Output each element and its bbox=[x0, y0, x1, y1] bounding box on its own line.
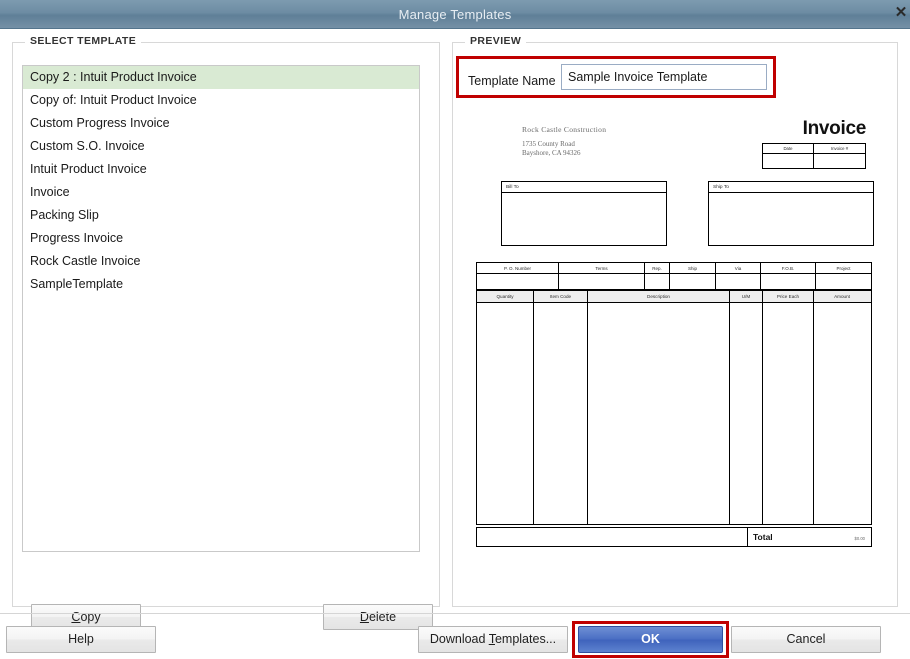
delete-button[interactable]: Delete bbox=[323, 604, 433, 630]
download-pre: Download bbox=[429, 632, 489, 646]
terms-header-terms: Terms bbox=[559, 263, 645, 273]
terms-cell-po-number bbox=[477, 274, 559, 289]
terms-header-row: P. O. Number Terms Rep. Ship Via F.O.B. … bbox=[477, 263, 871, 274]
cancel-button[interactable]: Cancel bbox=[731, 626, 881, 653]
total-row: Total $0.00 bbox=[476, 527, 872, 547]
line-items-body bbox=[477, 303, 871, 524]
item-col-item-code bbox=[534, 303, 588, 524]
template-listbox[interactable]: Copy 2 : Intuit Product Invoice Copy of:… bbox=[22, 65, 420, 552]
item-col-amount bbox=[814, 303, 870, 524]
list-item[interactable]: Copy of: Intuit Product Invoice bbox=[23, 89, 419, 112]
item-col-price-each bbox=[763, 303, 814, 524]
company-address-line1: 1735 County Road bbox=[522, 140, 575, 148]
window-titlebar: Manage Templates ✕ bbox=[0, 0, 910, 29]
ship-to-header: Ship To bbox=[709, 182, 873, 193]
ship-to-box: Ship To bbox=[708, 181, 874, 246]
terms-header-ship: Ship bbox=[670, 263, 716, 273]
bill-to-box: Bill To bbox=[501, 181, 667, 246]
invoice-number-header: Invoice # bbox=[830, 146, 849, 151]
ok-button[interactable]: OK bbox=[578, 626, 723, 653]
terms-header-via: Via bbox=[716, 263, 761, 273]
terms-header-project: Project bbox=[836, 266, 851, 271]
terms-cell-terms bbox=[559, 274, 645, 289]
footer-divider bbox=[0, 613, 910, 614]
item-col-um bbox=[730, 303, 763, 524]
bill-to-header: Bill To bbox=[502, 182, 666, 193]
list-item[interactable]: Custom S.O. Invoice bbox=[23, 135, 419, 158]
download-post: emplates... bbox=[494, 632, 557, 646]
item-header-um: U/M bbox=[730, 291, 763, 302]
template-name-input[interactable] bbox=[561, 64, 767, 90]
date-invoice-table: Date Invoice # bbox=[762, 143, 866, 169]
terms-cell-fob bbox=[761, 274, 816, 289]
item-header-description: Description bbox=[588, 291, 730, 302]
close-icon[interactable]: ✕ bbox=[892, 4, 910, 22]
manage-templates-dialog: Manage Templates ✕ SELECT TEMPLATE Copy … bbox=[0, 0, 910, 659]
item-col-description bbox=[588, 303, 730, 524]
template-name-label: Template Name bbox=[468, 74, 556, 88]
item-col-quantity bbox=[477, 303, 534, 524]
total-blank-cell bbox=[477, 528, 748, 546]
list-item[interactable]: Invoice bbox=[23, 181, 419, 204]
list-item[interactable]: Copy 2 : Intuit Product Invoice bbox=[23, 66, 419, 89]
list-item[interactable]: Intuit Product Invoice bbox=[23, 158, 419, 181]
select-template-legend: SELECT TEMPLATE bbox=[25, 35, 142, 47]
item-header-amount: Amount bbox=[834, 294, 850, 299]
terms-header-po-number: P. O. Number bbox=[477, 263, 559, 273]
download-templates-button[interactable]: Download Templates... bbox=[418, 626, 568, 653]
terms-table: P. O. Number Terms Rep. Ship Via F.O.B. … bbox=[476, 262, 872, 290]
total-label: Total bbox=[753, 532, 773, 542]
terms-cell-ship bbox=[670, 274, 716, 289]
invoice-number-value-cell bbox=[814, 154, 865, 168]
terms-header-rep: Rep. bbox=[645, 263, 670, 273]
line-items-table: Quantity Item Code Description U/M Price… bbox=[476, 290, 872, 525]
item-header-item-code: Item Code bbox=[534, 291, 588, 302]
terms-cell-via bbox=[716, 274, 761, 289]
window-title: Manage Templates bbox=[398, 7, 512, 22]
list-item[interactable]: Custom Progress Invoice bbox=[23, 112, 419, 135]
select-template-panel: SELECT TEMPLATE Copy 2 : Intuit Product … bbox=[12, 35, 440, 630]
list-item[interactable]: SampleTemplate bbox=[23, 273, 419, 296]
line-items-header-row: Quantity Item Code Description U/M Price… bbox=[477, 291, 871, 303]
terms-cell-rep bbox=[645, 274, 670, 289]
invoice-preview-document: Rock Castle Construction 1735 County Roa… bbox=[470, 112, 878, 562]
item-header-quantity: Quantity bbox=[477, 291, 534, 302]
list-item[interactable]: Packing Slip bbox=[23, 204, 419, 227]
company-address-line2: Bayshore, CA 94326 bbox=[522, 149, 581, 157]
terms-cell-project bbox=[816, 274, 871, 289]
date-value-cell bbox=[763, 154, 814, 168]
date-header: Date bbox=[763, 144, 814, 153]
list-item[interactable]: Progress Invoice bbox=[23, 227, 419, 250]
company-name: Rock Castle Construction bbox=[522, 125, 607, 134]
preview-legend: PREVIEW bbox=[465, 35, 527, 47]
total-amount: $0.00 bbox=[854, 536, 865, 541]
invoice-document-title: Invoice bbox=[802, 118, 867, 139]
item-header-price-each: Price Each bbox=[763, 291, 814, 302]
help-button[interactable]: Help bbox=[6, 626, 156, 653]
list-item[interactable]: Rock Castle Invoice bbox=[23, 250, 419, 273]
terms-header-fob: F.O.B. bbox=[761, 263, 816, 273]
terms-value-row bbox=[477, 274, 871, 289]
